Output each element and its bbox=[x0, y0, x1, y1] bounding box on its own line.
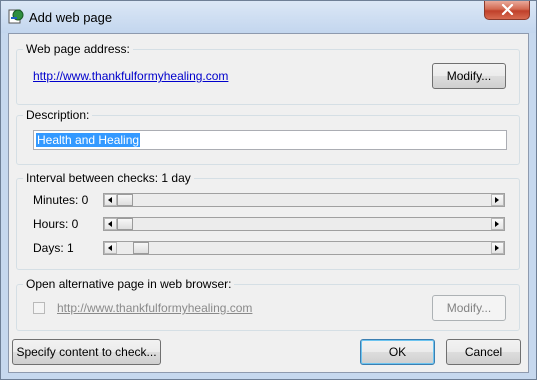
alternative-page-link: http://www.thankfulformyhealing.com bbox=[57, 301, 253, 315]
arrow-right-icon bbox=[495, 245, 499, 251]
arrow-right-icon bbox=[495, 221, 499, 227]
minutes-increase-button[interactable] bbox=[491, 194, 504, 206]
modify-address-button[interactable]: Modify... bbox=[432, 63, 506, 89]
specify-content-button[interactable]: Specify content to check... bbox=[12, 339, 161, 365]
ok-label: OK bbox=[388, 345, 407, 359]
minutes-slider[interactable] bbox=[103, 193, 505, 207]
alternative-page-group: Open alternative page in web browser: ht… bbox=[16, 277, 520, 331]
window-title: Add web page bbox=[29, 10, 113, 25]
days-decrease-button[interactable] bbox=[104, 242, 117, 254]
web-address-legend: Web page address: bbox=[23, 42, 133, 56]
interval-group: Interval between checks: 1 day Minutes: … bbox=[16, 171, 520, 270]
hours-label: Hours: 0 bbox=[33, 217, 79, 231]
modify-address-label: Modify... bbox=[446, 69, 492, 83]
cancel-label: Cancel bbox=[464, 345, 503, 359]
days-slider[interactable] bbox=[103, 241, 505, 255]
arrow-right-icon bbox=[495, 197, 499, 203]
close-button[interactable] bbox=[484, 1, 530, 20]
app-icon bbox=[8, 9, 24, 24]
title-bar[interactable]: Add web page bbox=[1, 1, 536, 33]
days-label: Days: 1 bbox=[33, 241, 74, 255]
minutes-decrease-button[interactable] bbox=[104, 194, 117, 206]
arrow-left-icon bbox=[108, 221, 112, 227]
hours-increase-button[interactable] bbox=[491, 218, 504, 230]
hours-slider[interactable] bbox=[103, 217, 505, 231]
modify-alternative-label: Modify... bbox=[446, 301, 492, 315]
web-address-group: Web page address: http://www.thankfulfor… bbox=[16, 42, 520, 105]
arrow-left-icon bbox=[108, 197, 112, 203]
description-legend: Description: bbox=[23, 108, 93, 122]
ok-button[interactable]: OK bbox=[360, 339, 435, 365]
close-icon bbox=[501, 4, 514, 15]
days-increase-button[interactable] bbox=[491, 242, 504, 254]
hours-decrease-button[interactable] bbox=[104, 218, 117, 230]
description-value: Health and Healing bbox=[36, 133, 141, 147]
minutes-label: Minutes: 0 bbox=[33, 193, 89, 207]
alternative-page-legend: Open alternative page in web browser: bbox=[23, 277, 235, 291]
web-address-link[interactable]: http://www.thankfulformyhealing.com bbox=[33, 69, 228, 83]
specify-content-label: Specify content to check... bbox=[16, 345, 157, 359]
description-group: Description: Health and Healing bbox=[16, 108, 520, 165]
arrow-left-icon bbox=[108, 245, 112, 251]
add-web-page-dialog: Add web page Web page address: http://ww… bbox=[0, 0, 537, 380]
cancel-button[interactable]: Cancel bbox=[446, 339, 521, 365]
minutes-slider-thumb[interactable] bbox=[117, 194, 133, 206]
modify-alternative-button[interactable]: Modify... bbox=[432, 295, 506, 321]
alternative-page-checkbox[interactable] bbox=[33, 302, 45, 314]
hours-slider-thumb[interactable] bbox=[117, 218, 133, 230]
interval-legend: Interval between checks: 1 day bbox=[23, 171, 194, 185]
dialog-body: Web page address: http://www.thankfulfor… bbox=[8, 33, 529, 373]
days-slider-thumb[interactable] bbox=[133, 242, 149, 254]
description-input[interactable]: Health and Healing bbox=[33, 130, 507, 150]
